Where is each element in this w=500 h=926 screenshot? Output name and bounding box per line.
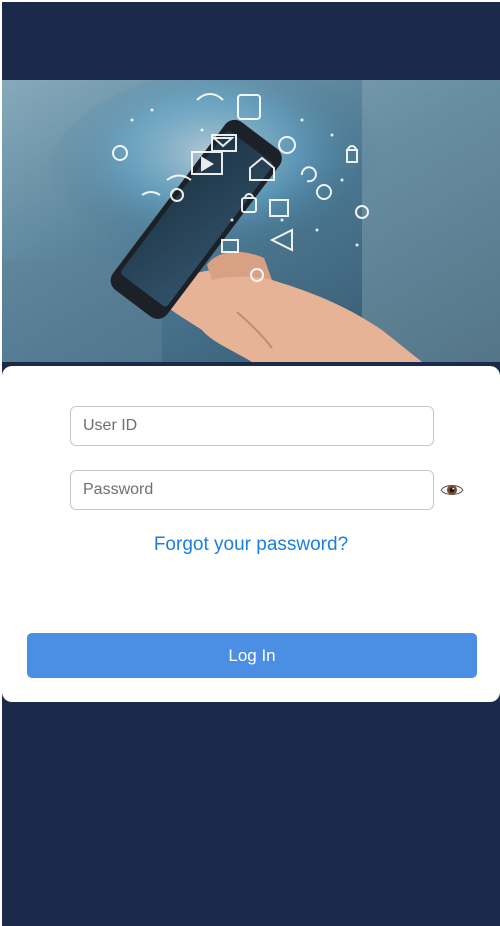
password-input[interactable] — [70, 470, 434, 510]
app-frame: Forgot your password? Log In — [2, 2, 500, 926]
login-card: Forgot your password? Log In — [2, 366, 500, 702]
forgot-password-link[interactable]: Forgot your password? — [2, 534, 500, 556]
hero-illustration — [2, 80, 500, 362]
login-button[interactable]: Log In — [27, 633, 477, 678]
eye-icon[interactable] — [440, 481, 464, 499]
user-id-input[interactable] — [70, 406, 434, 446]
hero-image — [2, 80, 500, 362]
